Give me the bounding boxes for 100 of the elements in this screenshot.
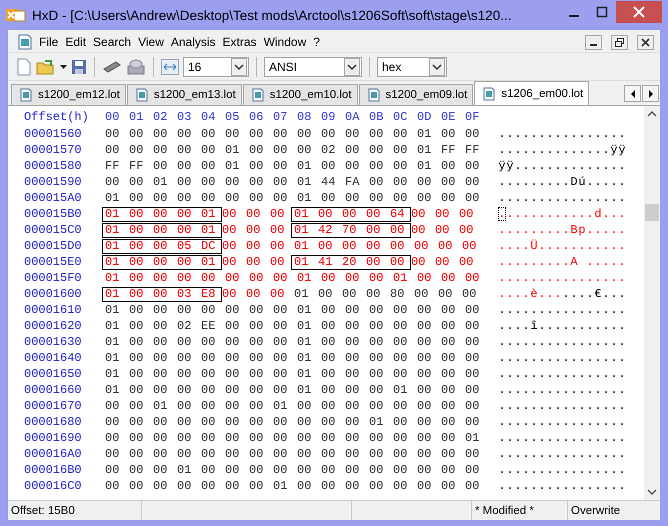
minimize-button[interactable] bbox=[585, 34, 602, 50]
menu-item[interactable]: View bbox=[138, 35, 164, 49]
row-offset: 000015C0 bbox=[24, 223, 83, 237]
hex-byte: 00 bbox=[224, 175, 240, 189]
vertical-scrollbar[interactable] bbox=[644, 106, 660, 500]
row-offset: 00001610 bbox=[24, 303, 83, 317]
hex-byte: 01 bbox=[224, 143, 240, 157]
hex-byte: 01 bbox=[293, 223, 310, 237]
save-icon[interactable] bbox=[71, 58, 87, 74]
hex-byte: 00 bbox=[344, 143, 360, 157]
hex-byte: 00 bbox=[464, 335, 480, 349]
restore-button[interactable] bbox=[611, 34, 628, 50]
close-button[interactable] bbox=[637, 34, 654, 50]
hex-byte: 00 bbox=[440, 191, 456, 205]
hex-byte: 01 bbox=[293, 286, 310, 302]
hex-byte: 00 bbox=[152, 143, 168, 157]
column-header: 0F bbox=[464, 110, 480, 124]
hex-byte: 00 bbox=[296, 127, 312, 141]
hex-byte: 01 bbox=[104, 191, 120, 205]
hex-byte: 00 bbox=[320, 431, 336, 445]
hex-byte: 00 bbox=[248, 415, 264, 429]
hex-byte: 00 bbox=[248, 303, 264, 317]
scroll-right-button[interactable] bbox=[642, 85, 659, 102]
document-icon bbox=[136, 88, 148, 102]
hex-byte: 00 bbox=[320, 271, 336, 285]
hex-byte: 00 bbox=[176, 431, 192, 445]
hex-byte: 00 bbox=[416, 271, 432, 285]
menu-item[interactable]: Search bbox=[93, 35, 132, 49]
hex-byte: 00 bbox=[224, 415, 240, 429]
hex-byte: 00 bbox=[176, 175, 192, 189]
hex-byte: 00 bbox=[221, 222, 238, 238]
file-tab[interactable]: s1200_em13.lot bbox=[126, 84, 242, 105]
hex-byte: 00 bbox=[272, 367, 288, 381]
menu-item[interactable]: Analysis bbox=[170, 35, 216, 49]
menu-item[interactable]: ? bbox=[313, 35, 320, 49]
hex-byte: 01 bbox=[200, 255, 216, 269]
hex-byte: 01 bbox=[104, 255, 120, 269]
hex-byte: 00 bbox=[440, 479, 456, 493]
file-tab[interactable]: s1206_em00.lot bbox=[474, 81, 590, 105]
text-column: ................ bbox=[498, 431, 626, 445]
hex-byte: 00 bbox=[104, 415, 120, 429]
row-offset: 00001670 bbox=[24, 399, 83, 413]
width-arrows-icon[interactable] bbox=[161, 58, 179, 74]
hex-byte: 00 bbox=[128, 271, 144, 285]
menu-item[interactable]: Window bbox=[264, 35, 306, 49]
hex-byte: 00 bbox=[104, 399, 120, 413]
scroll-down-icon[interactable] bbox=[647, 488, 657, 496]
file-tab[interactable]: s1200_em09.lot bbox=[358, 84, 474, 105]
hex-byte: 00 bbox=[176, 303, 192, 317]
hex-byte: 00 bbox=[440, 399, 456, 413]
row-offset: 00001680 bbox=[24, 415, 83, 429]
hex-byte: 00 bbox=[128, 383, 144, 397]
scrollbar-thumb[interactable] bbox=[645, 204, 659, 221]
hex-byte: 00 bbox=[368, 367, 384, 381]
file-tab[interactable]: s1200_em12.lot bbox=[11, 84, 126, 105]
hex-byte: 00 bbox=[392, 479, 408, 493]
charset-dropdown[interactable]: ANSI bbox=[264, 56, 362, 76]
hex-byte: 00 bbox=[248, 479, 264, 493]
hex-byte: 01 bbox=[104, 207, 120, 221]
hex-byte: 01 bbox=[104, 223, 120, 237]
file-tab[interactable]: s1200_em10.lot bbox=[242, 84, 358, 105]
hex-byte: 01 bbox=[296, 159, 312, 173]
hex-byte: 00 bbox=[104, 463, 120, 477]
row-offset: 00001640 bbox=[24, 351, 83, 365]
menu-item[interactable]: File bbox=[39, 35, 58, 49]
scroll-up-icon[interactable] bbox=[647, 110, 657, 118]
hex-byte: 01 bbox=[416, 143, 432, 157]
hex-byte: 00 bbox=[128, 431, 144, 445]
hex-byte: 00 bbox=[344, 383, 360, 397]
hex-byte: 00 bbox=[248, 463, 264, 477]
hex-byte: 00 bbox=[368, 271, 384, 285]
hex-byte: 00 bbox=[392, 303, 408, 317]
menu-item[interactable]: Extras bbox=[222, 35, 257, 49]
hex-byte: 00 bbox=[464, 303, 480, 317]
offset-base-dropdown[interactable]: hex bbox=[377, 56, 447, 76]
hex-byte: 00 bbox=[437, 286, 454, 302]
disk-drive-icon[interactable] bbox=[126, 58, 146, 76]
hex-byte: 01 bbox=[296, 351, 312, 365]
scroll-left-button[interactable] bbox=[624, 85, 641, 102]
menu-item[interactable]: Edit bbox=[65, 35, 86, 49]
hex-byte: 80 bbox=[389, 286, 406, 302]
row-offset: 000015F0 bbox=[24, 271, 83, 285]
hex-byte: 00 bbox=[245, 206, 262, 222]
hex-byte: 00 bbox=[410, 222, 426, 238]
hex-byte: 00 bbox=[440, 351, 456, 365]
new-file-icon[interactable] bbox=[16, 58, 32, 76]
hex-byte: 00 bbox=[392, 399, 408, 413]
hex-byte: 00 bbox=[464, 159, 480, 173]
hex-byte: 00 bbox=[128, 127, 144, 141]
dropdown-caret-icon[interactable] bbox=[60, 64, 67, 68]
bytes-per-row-dropdown[interactable]: 16 bbox=[183, 56, 249, 76]
hex-byte: 00 bbox=[176, 351, 192, 365]
hex-byte: FF bbox=[128, 159, 144, 173]
hex-byte: 00 bbox=[128, 143, 144, 157]
hex-byte: 00 bbox=[245, 254, 262, 270]
hex-byte: EE bbox=[200, 319, 216, 333]
hex-byte: 00 bbox=[440, 431, 456, 445]
hex-byte: 00 bbox=[344, 399, 360, 413]
hex-byte: 00 bbox=[176, 207, 192, 221]
hex-byte: 00 bbox=[464, 127, 480, 141]
